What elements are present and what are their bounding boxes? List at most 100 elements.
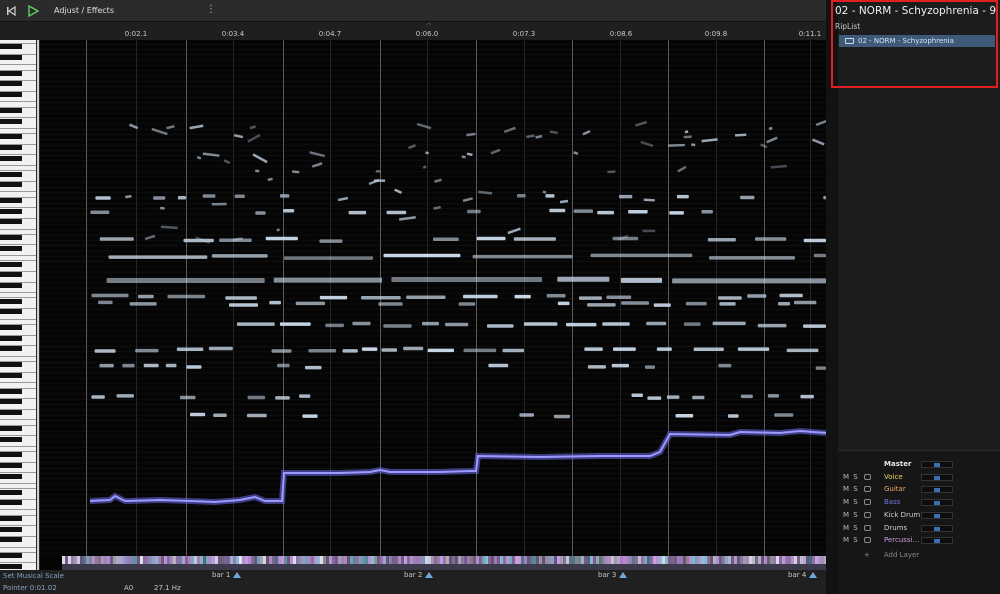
bar-marker[interactable]: bar 3 (598, 571, 628, 579)
volume-meter[interactable] (921, 473, 953, 481)
mute-solo-buttons[interactable]: M S (843, 485, 859, 493)
more-options-icon[interactable]: ⋮ (206, 4, 216, 15)
black-key[interactable] (0, 516, 22, 521)
pitch-gridline (40, 224, 826, 225)
mute-solo-buttons[interactable]: M S (843, 473, 859, 481)
black-key[interactable] (0, 182, 22, 188)
ruler-handle-icon[interactable]: ◠ (426, 22, 431, 29)
black-key[interactable] (0, 362, 22, 368)
black-key[interactable] (0, 526, 22, 532)
black-key[interactable] (0, 70, 22, 76)
link-icon[interactable] (864, 473, 871, 480)
black-key[interactable] (0, 410, 22, 415)
link-icon[interactable] (864, 524, 871, 531)
black-key[interactable] (0, 325, 22, 331)
layer-name[interactable]: Drums (884, 524, 907, 532)
piano-keyboard[interactable] (0, 40, 36, 570)
overview-strip-segment (566, 556, 569, 564)
black-key[interactable] (0, 155, 22, 161)
black-key[interactable] (0, 219, 22, 225)
add-layer-button[interactable]: + Add Layer (864, 551, 919, 559)
layer-row[interactable]: M S Drums (838, 523, 1000, 535)
skip-to-start-button[interactable] (0, 0, 22, 22)
panel-divider[interactable] (826, 0, 838, 594)
spectral-notes-view[interactable] (40, 40, 826, 570)
mute-solo-buttons[interactable]: M S (843, 511, 859, 519)
black-key[interactable] (0, 425, 22, 431)
mute-solo-buttons[interactable]: M S (843, 524, 859, 532)
pitch-gridline (40, 319, 826, 321)
volume-meter[interactable] (921, 537, 953, 545)
bar-marker[interactable]: bar 1 (212, 571, 242, 579)
black-key[interactable] (0, 282, 22, 288)
layer-row[interactable]: M S Bass (838, 497, 1000, 509)
black-key[interactable] (0, 436, 22, 442)
mute-solo-buttons[interactable]: M S (843, 498, 859, 506)
volume-meter[interactable] (921, 499, 953, 507)
black-key[interactable] (0, 145, 22, 150)
layer-row[interactable]: M S Kick Drum (838, 510, 1000, 522)
black-key[interactable] (0, 309, 22, 315)
black-key[interactable] (0, 245, 22, 251)
bar-marker[interactable]: bar 2 (404, 571, 434, 579)
layer-row[interactable]: M S Guitar (838, 484, 1000, 496)
pitch-gridline (40, 462, 826, 464)
layer-name[interactable]: Guitar (884, 485, 906, 493)
black-key[interactable] (0, 198, 22, 203)
volume-meter[interactable] (921, 486, 953, 494)
link-icon[interactable] (864, 499, 871, 506)
play-button[interactable] (22, 0, 44, 22)
black-key[interactable] (0, 54, 22, 60)
layer-row[interactable]: M S Percussi... (838, 535, 1000, 547)
black-key[interactable] (0, 235, 22, 241)
volume-meter[interactable] (921, 461, 953, 468)
layer-name[interactable]: Bass (884, 498, 900, 506)
black-key[interactable] (0, 563, 22, 569)
black-key[interactable] (0, 553, 22, 559)
black-key[interactable] (0, 452, 22, 458)
black-key[interactable] (0, 118, 22, 124)
black-key[interactable] (0, 463, 22, 468)
folder-icon (845, 38, 854, 44)
mute-solo-buttons[interactable]: M S (843, 536, 859, 544)
black-key[interactable] (0, 372, 22, 378)
note-fragment (196, 155, 202, 160)
layer-name[interactable]: Master (884, 460, 911, 468)
bar-marker[interactable]: bar 4 (788, 571, 818, 579)
layer-name[interactable]: Percussi... (884, 536, 919, 544)
layer-name[interactable]: Kick Drum (884, 511, 920, 519)
layer-name[interactable]: Voice (884, 473, 903, 481)
black-key[interactable] (0, 399, 22, 405)
volume-meter[interactable] (921, 524, 953, 532)
black-key[interactable] (0, 500, 22, 506)
black-key[interactable] (0, 346, 22, 352)
black-key[interactable] (0, 81, 22, 87)
timeline-ruler[interactable]: ◠ 0:02.1 0:03.4 0:04.7 0:06.0 0:07.3 0:0… (0, 22, 826, 40)
link-icon[interactable] (864, 537, 871, 544)
link-icon[interactable] (864, 486, 871, 493)
link-icon[interactable] (864, 511, 871, 518)
black-key[interactable] (0, 388, 22, 394)
volume-meter[interactable] (921, 511, 953, 519)
set-musical-scale-button[interactable]: Set Musical Scale (3, 572, 64, 580)
riplist-item[interactable]: 02 - NORM - Schyzophrenia (839, 35, 995, 47)
adjust-effects-menu[interactable]: Adjust / Effects (54, 6, 114, 15)
black-key[interactable] (0, 473, 22, 479)
black-key[interactable] (0, 107, 22, 113)
black-key[interactable] (0, 489, 22, 495)
black-key[interactable] (0, 335, 22, 341)
layer-row[interactable]: M S Voice (838, 472, 1000, 484)
black-key[interactable] (0, 92, 22, 97)
note-blob (513, 237, 556, 241)
black-key[interactable] (0, 298, 22, 304)
black-key[interactable] (0, 261, 22, 267)
black-key[interactable] (0, 134, 22, 140)
black-key[interactable] (0, 44, 22, 50)
layer-row[interactable]: Master (838, 459, 1000, 471)
black-key[interactable] (0, 537, 22, 543)
black-key[interactable] (0, 272, 22, 278)
note-blob (265, 236, 298, 241)
black-key[interactable] (0, 171, 22, 177)
note-editor-canvas[interactable] (40, 40, 826, 570)
black-key[interactable] (0, 208, 22, 214)
